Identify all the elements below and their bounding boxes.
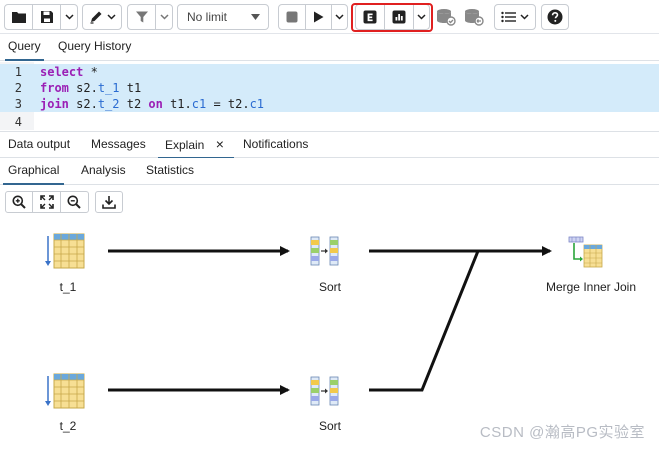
funnel-icon: [135, 11, 148, 23]
tab-messages[interactable]: Messages: [91, 132, 146, 159]
execute-button[interactable]: [306, 5, 333, 29]
line-number: 4: [14, 115, 22, 129]
tab-query[interactable]: Query: [5, 34, 44, 61]
tab-statistics[interactable]: Statistics: [146, 158, 194, 185]
sort-icon[interactable]: [310, 376, 339, 406]
chevron-down-icon: [417, 14, 426, 20]
code-line[interactable]: 2 from s2.t_1 t1: [0, 80, 659, 96]
plan-node-label: t_1: [59, 280, 77, 294]
save-options-dropdown[interactable]: [61, 5, 77, 29]
table-scan-icon[interactable]: [45, 373, 85, 409]
explain-plan-canvas[interactable]: t_1 t_2 Sort Sort Merge Inner Join CSDN …: [0, 218, 659, 450]
row-limit-value: No limit: [187, 10, 228, 24]
zoom-in-button[interactable]: [6, 192, 34, 212]
macros-dropdown-button[interactable]: [494, 4, 536, 30]
execute-options-dropdown[interactable]: [332, 5, 347, 29]
result-tab-bar: Data output Messages Explain × Notificat…: [0, 131, 659, 159]
tab-query-history[interactable]: Query History: [58, 34, 131, 61]
folder-icon: [11, 12, 26, 23]
filter-button[interactable]: [128, 5, 157, 29]
tab-explain[interactable]: Explain ×: [158, 132, 234, 159]
download-icon: [102, 196, 116, 209]
stop-square-icon: [286, 11, 298, 23]
tab-graphical-label: Graphical: [8, 163, 60, 177]
tab-notifications[interactable]: Notifications: [243, 132, 308, 159]
code-line[interactable]: 1 select *: [0, 64, 659, 80]
tab-query-label: Query: [8, 39, 41, 53]
zoom-out-button[interactable]: [61, 192, 88, 212]
merge-join-icon[interactable]: [568, 236, 603, 268]
tab-analysis-label: Analysis: [81, 163, 126, 177]
explain-options-dropdown[interactable]: [414, 5, 429, 29]
chevron-down-icon: [64, 14, 74, 20]
plan-node-label: Sort: [318, 280, 341, 294]
line-number: 2: [0, 80, 22, 96]
tab-messages-label: Messages: [91, 137, 146, 151]
explain-button[interactable]: [356, 5, 385, 29]
tab-graphical[interactable]: Graphical: [3, 158, 65, 185]
zoom-fit-button[interactable]: [33, 192, 61, 212]
row-limit-select[interactable]: No limit: [177, 4, 269, 30]
commit-button[interactable]: [436, 8, 456, 26]
zoom-button-group: [5, 191, 89, 213]
fit-to-screen-icon: [39, 195, 54, 209]
play-icon: [313, 11, 324, 23]
floppy-disk-icon: [40, 11, 53, 23]
list-icon: [501, 11, 516, 23]
rollback-button[interactable]: [464, 8, 484, 26]
explain-analyze-button[interactable]: [385, 5, 414, 29]
tab-data-output-label: Data output: [8, 137, 71, 151]
stop-button[interactable]: [279, 5, 306, 29]
sql-editor[interactable]: 1 select * 2 from s2.t_1 t1 3 join s2.t_…: [0, 62, 659, 130]
line-number: 1: [0, 64, 22, 80]
pencil-icon: [90, 11, 101, 24]
help-circle-icon: [547, 9, 563, 25]
zoom-out-icon: [67, 195, 82, 209]
chevron-down-icon: [160, 14, 169, 20]
table-scan-icon[interactable]: [45, 233, 85, 269]
code-line[interactable]: 4: [0, 114, 659, 130]
filter-button-group: [127, 4, 173, 30]
execute-button-group: [278, 4, 348, 30]
plan-node-label: t_2: [59, 419, 77, 433]
line-number: 3: [0, 96, 22, 112]
plan-graph: [45, 233, 603, 409]
explain-button-group: [355, 4, 430, 30]
tab-explain-label: Explain: [165, 138, 205, 152]
file-button-group: [4, 4, 78, 30]
plan-node-label: Merge Inner Join: [545, 280, 637, 294]
tab-notifications-label: Notifications: [243, 137, 309, 151]
plan-edge: [369, 250, 480, 392]
tab-data-output[interactable]: Data output: [8, 132, 70, 159]
help-button[interactable]: [541, 4, 569, 30]
plan-node-label: Sort: [318, 419, 341, 433]
database-undo-icon: [465, 9, 484, 26]
database-check-icon: [437, 9, 456, 26]
edit-dropdown-button[interactable]: [82, 4, 122, 30]
chevron-down-icon: [106, 14, 116, 20]
editor-tab-bar: Query Query History: [0, 34, 659, 61]
close-icon[interactable]: ×: [216, 136, 224, 152]
explain-subtab-bar: Graphical Analysis Statistics: [0, 158, 659, 185]
watermark: CSDN @瀚高PG实验室: [479, 424, 645, 441]
query-toolbar: No limit: [0, 0, 659, 34]
sort-icon[interactable]: [310, 236, 339, 266]
chevron-down-icon: [520, 14, 529, 20]
caret-down-icon: [251, 14, 260, 20]
tab-analysis[interactable]: Analysis: [81, 158, 126, 185]
zoom-in-icon: [12, 195, 26, 209]
filter-options-dropdown[interactable]: [156, 5, 172, 29]
save-file-button[interactable]: [33, 5, 61, 29]
open-file-button[interactable]: [5, 5, 33, 29]
bar-chart-icon: [392, 10, 406, 24]
tab-statistics-label: Statistics: [146, 163, 195, 177]
chevron-down-icon: [335, 14, 344, 20]
code-line[interactable]: 3 join s2.t_2 t2 on t1.c1 = t2.c1: [0, 96, 659, 112]
explain-e-icon: [363, 10, 377, 24]
tab-query-history-label: Query History: [58, 39, 132, 53]
download-image-button[interactable]: [95, 191, 123, 213]
